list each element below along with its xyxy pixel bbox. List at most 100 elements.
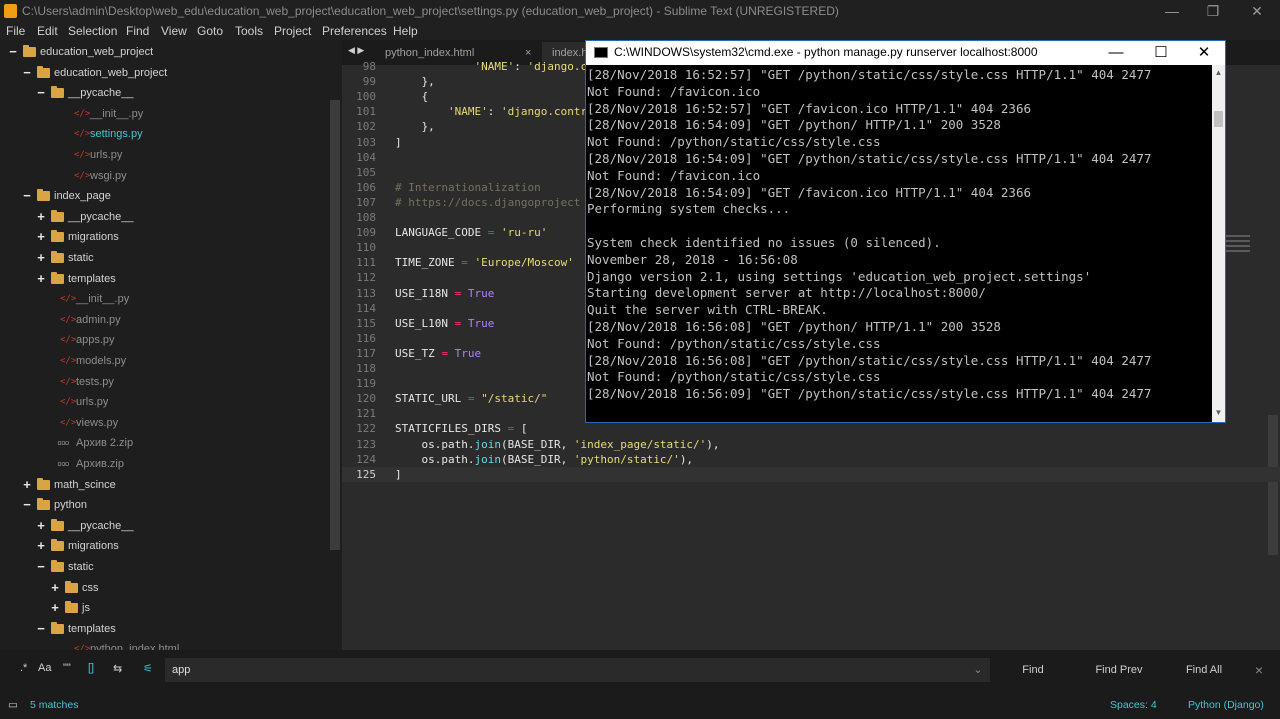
code-line[interactable]: USE_TZ = True: [395, 346, 481, 361]
sidebar-folder[interactable]: + __pycache__: [0, 516, 330, 536]
code-line[interactable]: # Internationalization: [395, 180, 541, 195]
sidebar-folder[interactable]: − education_web_project: [0, 63, 330, 83]
indentation-setting[interactable]: Spaces: 4: [1110, 699, 1157, 711]
code-line[interactable]: os.path.join(BASE_DIR, 'index_page/stati…: [395, 437, 719, 452]
tab-scroll-arrows-icon[interactable]: ◀ ▶: [348, 45, 364, 56]
collapse-icon[interactable]: −: [22, 63, 32, 83]
expand-icon[interactable]: +: [36, 248, 46, 268]
sidebar-file[interactable]: </> __init__.py: [0, 289, 330, 309]
sidebar-folder[interactable]: + static: [0, 248, 330, 268]
find-input[interactable]: [165, 658, 990, 682]
collapse-icon[interactable]: −: [36, 619, 46, 639]
menu-preferences[interactable]: Preferences: [322, 24, 387, 38]
sidebar-folder[interactable]: − static: [0, 557, 330, 577]
editor-scrollbar[interactable]: [1268, 415, 1278, 555]
expand-icon[interactable]: +: [36, 269, 46, 289]
find-button[interactable]: Find: [993, 658, 1073, 682]
scroll-down-icon[interactable]: ▼: [1212, 408, 1225, 417]
sidebar-folder[interactable]: − education_web_project: [0, 42, 330, 62]
sidebar-folder[interactable]: + math_scince: [0, 475, 330, 495]
sidebar-file[interactable]: ▫▫▫ Архив 2.zip: [0, 433, 330, 453]
regex-toggle[interactable]: .*: [20, 662, 27, 674]
collapse-icon[interactable]: −: [36, 557, 46, 577]
cmd-scroll-thumb[interactable]: [1214, 111, 1223, 127]
cmd-scrollbar[interactable]: ▲ ▼: [1212, 65, 1225, 422]
sidebar-folder[interactable]: − python: [0, 495, 330, 515]
expand-icon[interactable]: +: [50, 578, 60, 598]
sidebar-file[interactable]: ▫▫▫ Архив.zip: [0, 454, 330, 474]
code-line[interactable]: USE_L10N = True: [395, 316, 494, 331]
sidebar-file[interactable]: </> urls.py: [0, 145, 330, 165]
sidebar-file[interactable]: </> settings.py: [0, 124, 330, 144]
sidebar-file[interactable]: </> tests.py: [0, 372, 330, 392]
code-line[interactable]: STATIC_URL = "/static/": [395, 391, 547, 406]
sidebar-folder[interactable]: − index_page: [0, 186, 330, 206]
cmd-maximize-button[interactable]: ☐: [1141, 43, 1181, 63]
close-button[interactable]: ✕: [1242, 2, 1272, 20]
code-line[interactable]: },: [395, 119, 434, 134]
sidebar-file[interactable]: </> views.py: [0, 413, 330, 433]
highlight-matches-toggle[interactable]: ⚟: [143, 662, 153, 675]
sidebar-folder[interactable]: − __pycache__: [0, 83, 330, 103]
menu-goto[interactable]: Goto: [197, 24, 223, 38]
find-prev-button[interactable]: Find Prev: [1079, 658, 1159, 682]
collapse-icon[interactable]: −: [8, 42, 18, 62]
sidebar-file[interactable]: </> __init__.py: [0, 104, 330, 124]
expand-icon[interactable]: +: [36, 536, 46, 556]
collapse-icon[interactable]: −: [36, 83, 46, 103]
code-line[interactable]: # https://docs.djangoproject: [395, 195, 580, 210]
menu-selection[interactable]: Selection: [68, 24, 117, 38]
wrap-toggle[interactable]: ⇆: [113, 662, 122, 675]
menu-project[interactable]: Project: [274, 24, 311, 38]
code-line[interactable]: 'NAME': 'django.contr: [395, 104, 587, 119]
in-selection-toggle[interactable]: []: [88, 662, 94, 674]
sidebar-scrollbar[interactable]: [330, 100, 340, 550]
whole-word-toggle[interactable]: "": [63, 662, 71, 674]
menu-view[interactable]: View: [161, 24, 187, 38]
sidebar-file[interactable]: </> python_index.html: [0, 639, 330, 650]
sidebar-file[interactable]: </> urls.py: [0, 392, 330, 412]
expand-icon[interactable]: +: [36, 516, 46, 536]
menu-find[interactable]: Find: [126, 24, 149, 38]
expand-icon[interactable]: +: [22, 475, 32, 495]
sidebar-folder[interactable]: + migrations: [0, 536, 330, 556]
sidebar-folder[interactable]: + migrations: [0, 227, 330, 247]
menu-edit[interactable]: Edit: [37, 24, 58, 38]
sidebar-file[interactable]: </> wsgi.py: [0, 166, 330, 186]
maximize-button[interactable]: ❐: [1198, 2, 1228, 20]
sidebar-file[interactable]: </> apps.py: [0, 330, 330, 350]
sidebar-folder[interactable]: + templates: [0, 269, 330, 289]
find-history-dropdown[interactable]: ⌄: [968, 658, 988, 682]
code-line[interactable]: ]: [395, 135, 402, 150]
code-line[interactable]: 'NAME': 'django.contr: [395, 59, 613, 74]
code-line[interactable]: {: [395, 89, 428, 104]
syntax-setting[interactable]: Python (Django): [1188, 699, 1264, 711]
expand-icon[interactable]: +: [36, 227, 46, 247]
cmd-close-button[interactable]: ✕: [1184, 43, 1224, 63]
menu-help[interactable]: Help: [393, 24, 418, 38]
minimize-button[interactable]: —: [1157, 2, 1187, 20]
menu-tools[interactable]: Tools: [235, 24, 263, 38]
cmd-minimize-button[interactable]: —: [1096, 43, 1136, 63]
sidebar-folder[interactable]: + __pycache__: [0, 207, 330, 227]
sidebar-folder[interactable]: + css: [0, 578, 330, 598]
code-line[interactable]: ]: [395, 467, 402, 482]
scroll-up-icon[interactable]: ▲: [1212, 68, 1225, 77]
code-line[interactable]: os.path.join(BASE_DIR, 'python/static/')…: [395, 452, 693, 467]
expand-icon[interactable]: +: [36, 207, 46, 227]
code-line[interactable]: STATICFILES_DIRS = [: [395, 421, 527, 436]
collapse-icon[interactable]: −: [22, 186, 32, 206]
menu-file[interactable]: File: [6, 24, 25, 38]
case-sensitive-toggle[interactable]: Aa: [38, 662, 51, 674]
find-all-button[interactable]: Find All: [1164, 658, 1244, 682]
expand-icon[interactable]: +: [50, 598, 60, 618]
sidebar-file[interactable]: </> models.py: [0, 351, 330, 371]
code-line[interactable]: },: [395, 74, 434, 89]
sidebar-folder[interactable]: − templates: [0, 619, 330, 639]
code-line[interactable]: USE_I18N = True: [395, 286, 494, 301]
code-line[interactable]: LANGUAGE_CODE = 'ru-ru': [395, 225, 547, 240]
find-close-icon[interactable]: ×: [1251, 658, 1267, 682]
sidebar-file[interactable]: </> admin.py: [0, 310, 330, 330]
sidebar-folder[interactable]: + js: [0, 598, 330, 618]
code-line[interactable]: TIME_ZONE = 'Europe/Moscow': [395, 255, 574, 270]
